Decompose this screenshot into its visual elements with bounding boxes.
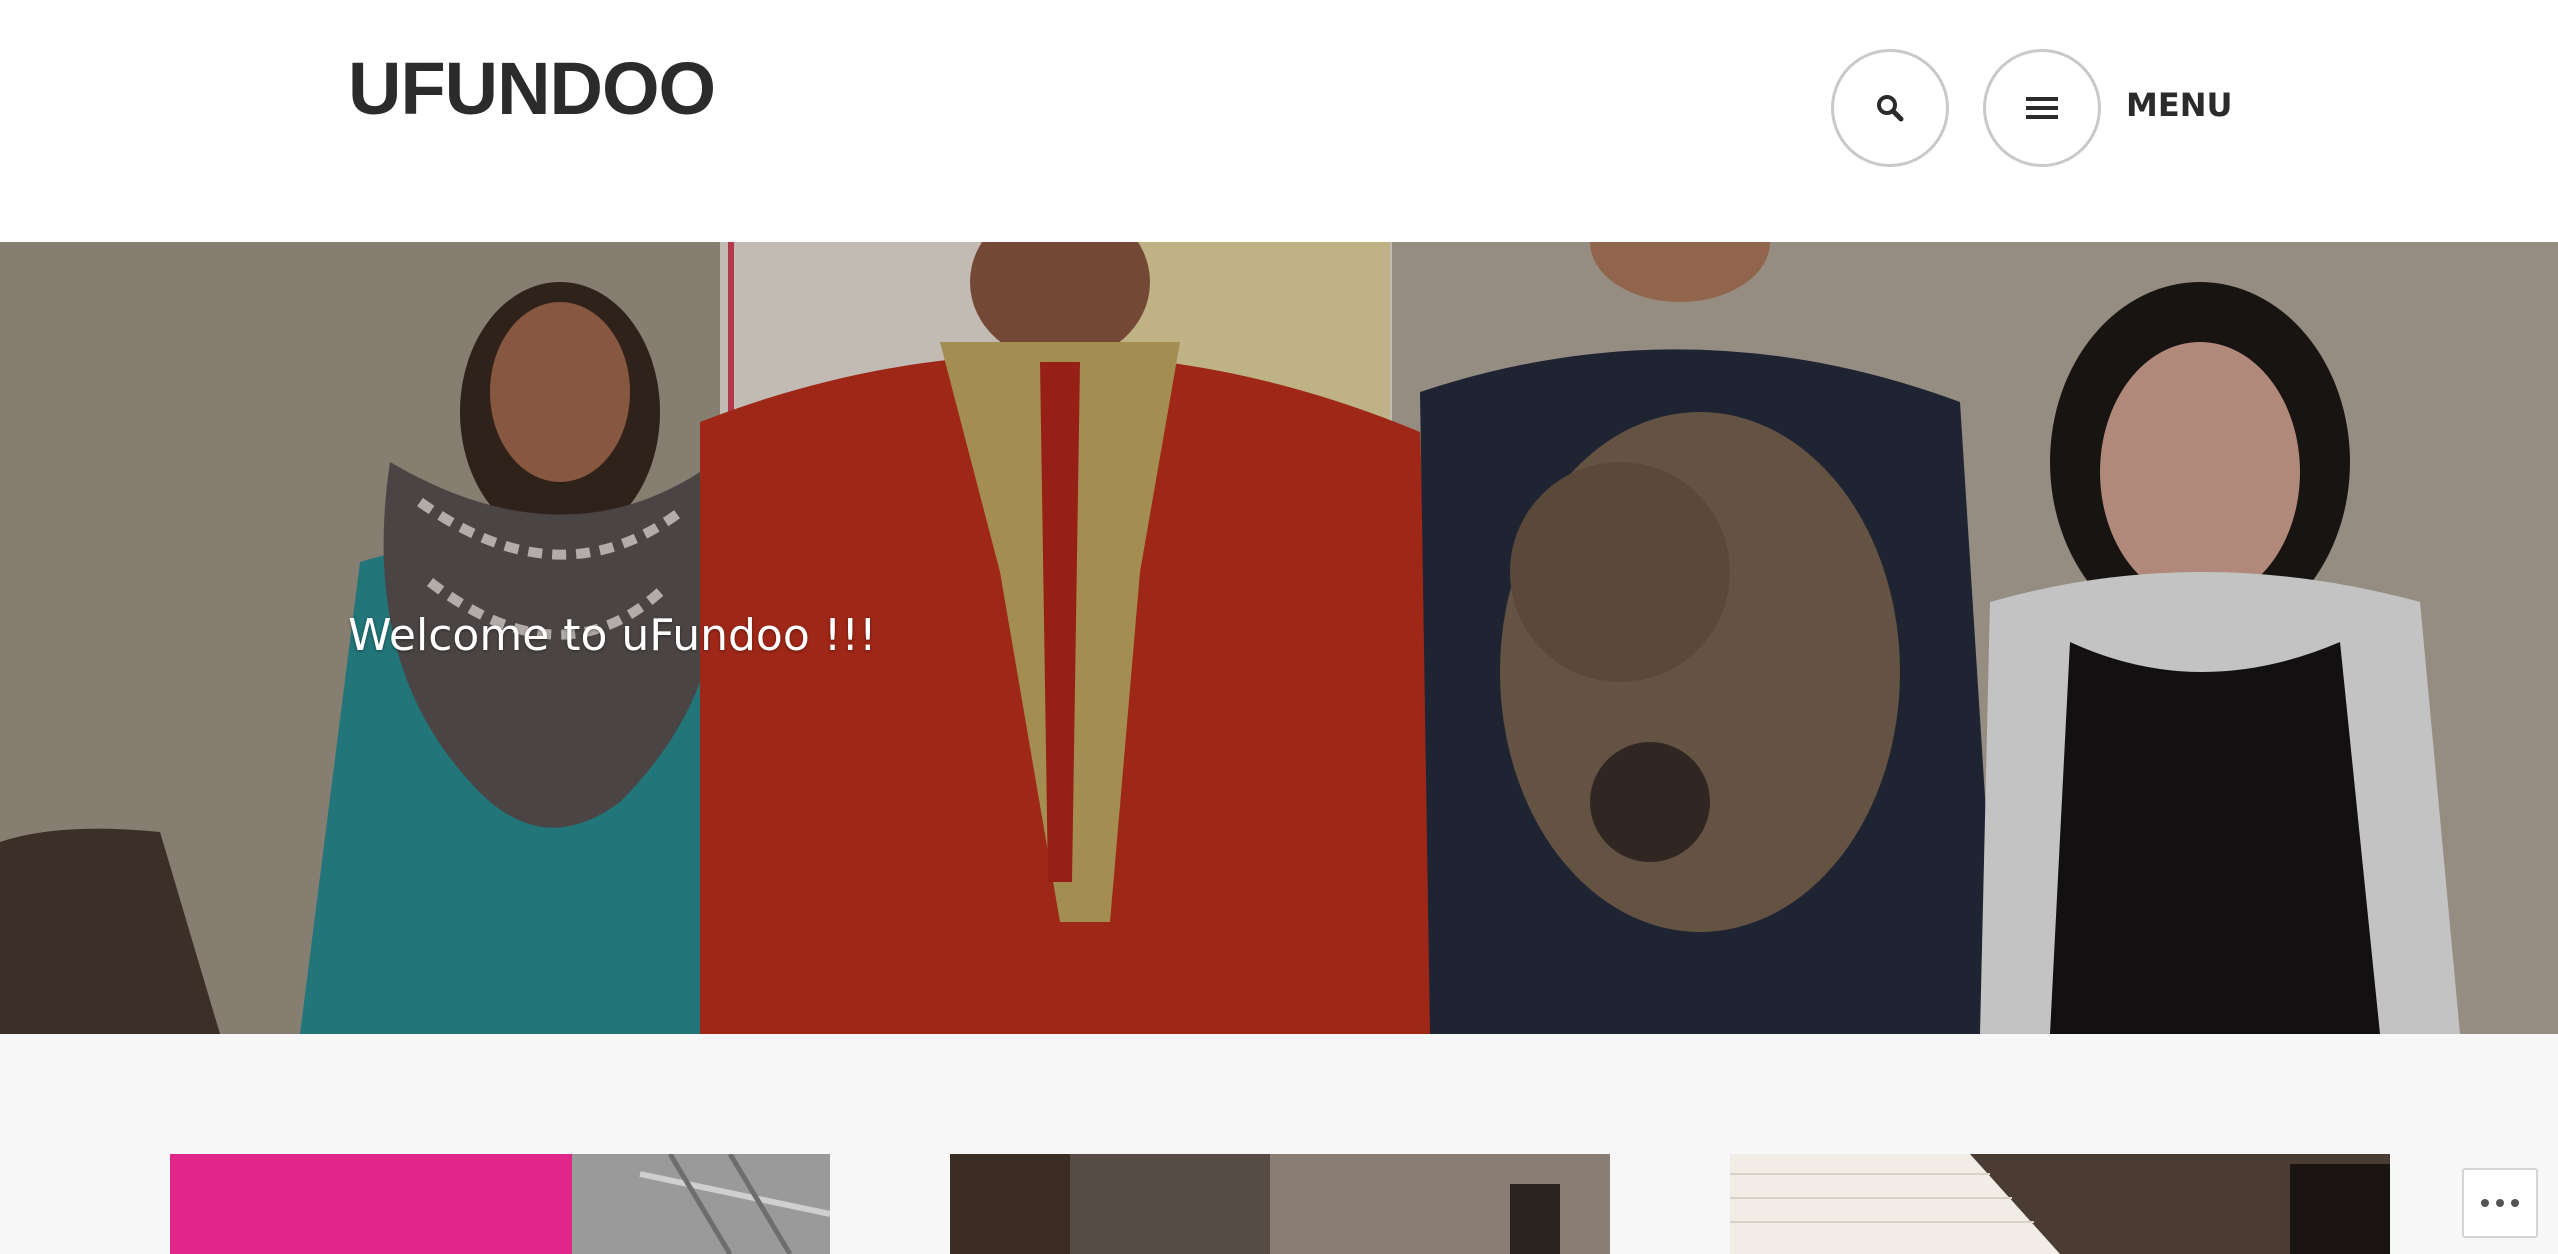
- search-button[interactable]: [1831, 49, 1949, 167]
- hero-banner: Welcome to uFundoo !!!: [0, 242, 2558, 1034]
- post-thumbnail[interactable]: [950, 1154, 1610, 1254]
- posts-grid: [0, 1034, 2558, 1254]
- menu-label[interactable]: MENU: [2126, 86, 2232, 124]
- more-options-button[interactable]: [2462, 1168, 2538, 1238]
- ellipsis-icon: [2481, 1199, 2519, 1207]
- hero-welcome-text: Welcome to uFundoo !!!: [348, 610, 877, 661]
- search-icon: [1877, 95, 1904, 122]
- post-thumbnail[interactable]: [170, 1154, 830, 1254]
- post-image: [170, 1154, 830, 1254]
- post-image: [950, 1154, 1610, 1254]
- hamburger-icon: [2026, 97, 2058, 119]
- site-header: UFUNDOO MENU: [0, 0, 2558, 242]
- site-title[interactable]: UFUNDOO: [348, 46, 716, 131]
- menu-toggle-button[interactable]: [1983, 49, 2101, 167]
- post-image: [1730, 1154, 2390, 1254]
- post-thumbnail[interactable]: [1730, 1154, 2390, 1254]
